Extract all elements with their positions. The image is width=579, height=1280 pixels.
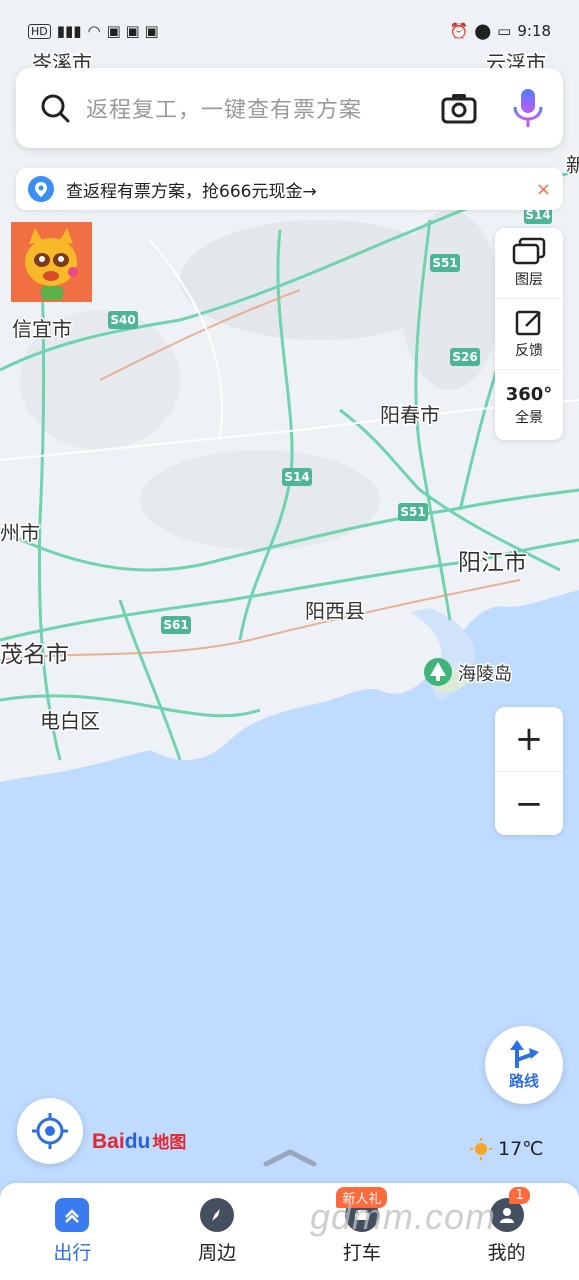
mascot-banner[interactable]: [11, 222, 92, 302]
weather-widget[interactable]: 17℃: [470, 1138, 544, 1160]
layers-icon: [512, 237, 546, 265]
feedback-button[interactable]: 反馈: [495, 298, 563, 369]
panorama-label: 全景: [515, 409, 543, 426]
location-pin-icon: [28, 176, 54, 202]
road-label: S14: [284, 470, 309, 484]
feedback-label: 反馈: [515, 343, 543, 359]
promo-tip-bar[interactable]: 查返程有票方案，抢666元现金→ ×: [16, 168, 563, 210]
city-label: 阳西县: [305, 599, 365, 623]
city-label: 阳春市: [380, 403, 440, 427]
close-icon[interactable]: ×: [536, 179, 551, 200]
map-tools-panel: 图层 反馈 360° 全景: [495, 228, 563, 440]
route-arrow-icon: [510, 1039, 539, 1068]
hd-icon: HD: [28, 23, 51, 39]
alarm-icon: ⏰: [449, 22, 469, 40]
city-label: 茂名市: [0, 642, 69, 668]
signal-icon: ▮▮▮: [56, 22, 82, 40]
layers-button[interactable]: 图层: [495, 228, 563, 298]
road-label: S26: [452, 350, 477, 364]
feedback-icon: [515, 310, 541, 336]
city-label: 海陵岛: [458, 664, 512, 685]
nav-label: 出行: [53, 1242, 92, 1264]
locate-icon: [32, 1113, 68, 1149]
notification-badge: 1: [509, 1187, 530, 1204]
promo-tip-text[interactable]: 查返程有票方案，抢666元现金→: [66, 177, 536, 202]
nav-item-nearby[interactable]: 周边: [145, 1183, 290, 1280]
route-button[interactable]: 路线: [485, 1026, 563, 1104]
location-icon: ⬤: [474, 22, 492, 40]
search-bar[interactable]: 返程复工，一键查有票方案: [16, 68, 563, 148]
park-pin-icon: [424, 658, 452, 686]
road-label: S51: [400, 505, 425, 519]
watermark: gdmm.com: [310, 1196, 497, 1237]
nav-label: 打车: [342, 1242, 381, 1264]
panorama-button[interactable]: 360° 全景: [495, 369, 563, 440]
compass-icon: [200, 1198, 235, 1232]
panorama-360-icon: 360°: [505, 383, 553, 405]
mascot-character-icon: [25, 228, 78, 300]
status-bar: HD ▮▮▮ ◠ ▣ ▣ ▣ ⏰ ⬤ ▭ 9:18: [0, 0, 579, 62]
route-label: 路线: [508, 1071, 539, 1090]
zoom-out-button[interactable]: −: [495, 771, 563, 836]
search-icon: [41, 94, 70, 123]
baidu-map-logo: Baidu 地图: [92, 1130, 187, 1153]
city-label: 信宜市: [12, 317, 72, 341]
nav-label: 周边: [198, 1242, 237, 1264]
layers-label: 图层: [515, 272, 543, 288]
locate-me-button[interactable]: [17, 1098, 83, 1164]
city-label: 电白区: [40, 709, 100, 733]
city-label: 阳江市: [458, 550, 527, 576]
city-label: 州市: [0, 521, 40, 545]
road-label: S61: [163, 618, 188, 632]
camera-icon[interactable]: [441, 92, 477, 124]
sun-icon: [470, 1138, 492, 1160]
temperature: 17℃: [498, 1138, 544, 1160]
city-label: 新: [566, 153, 579, 177]
nav-label: 我的: [487, 1242, 526, 1264]
clock: 9:18: [517, 22, 551, 40]
road-label: S40: [110, 313, 135, 327]
road-label: S51: [432, 256, 457, 270]
battery-icon: ▭: [497, 22, 512, 40]
travel-icon: [55, 1198, 90, 1232]
zoom-in-button[interactable]: +: [495, 707, 563, 771]
microphone-icon[interactable]: [511, 87, 545, 129]
app-icons: ▣ ▣ ▣: [106, 22, 159, 40]
wifi-icon: ◠: [87, 22, 101, 40]
nav-item-travel[interactable]: 出行: [0, 1183, 145, 1280]
road-label: S14: [525, 208, 550, 222]
zoom-control: + −: [495, 707, 563, 835]
expand-handle-icon[interactable]: [262, 1146, 318, 1168]
search-input[interactable]: 返程复工，一键查有票方案: [86, 92, 441, 124]
